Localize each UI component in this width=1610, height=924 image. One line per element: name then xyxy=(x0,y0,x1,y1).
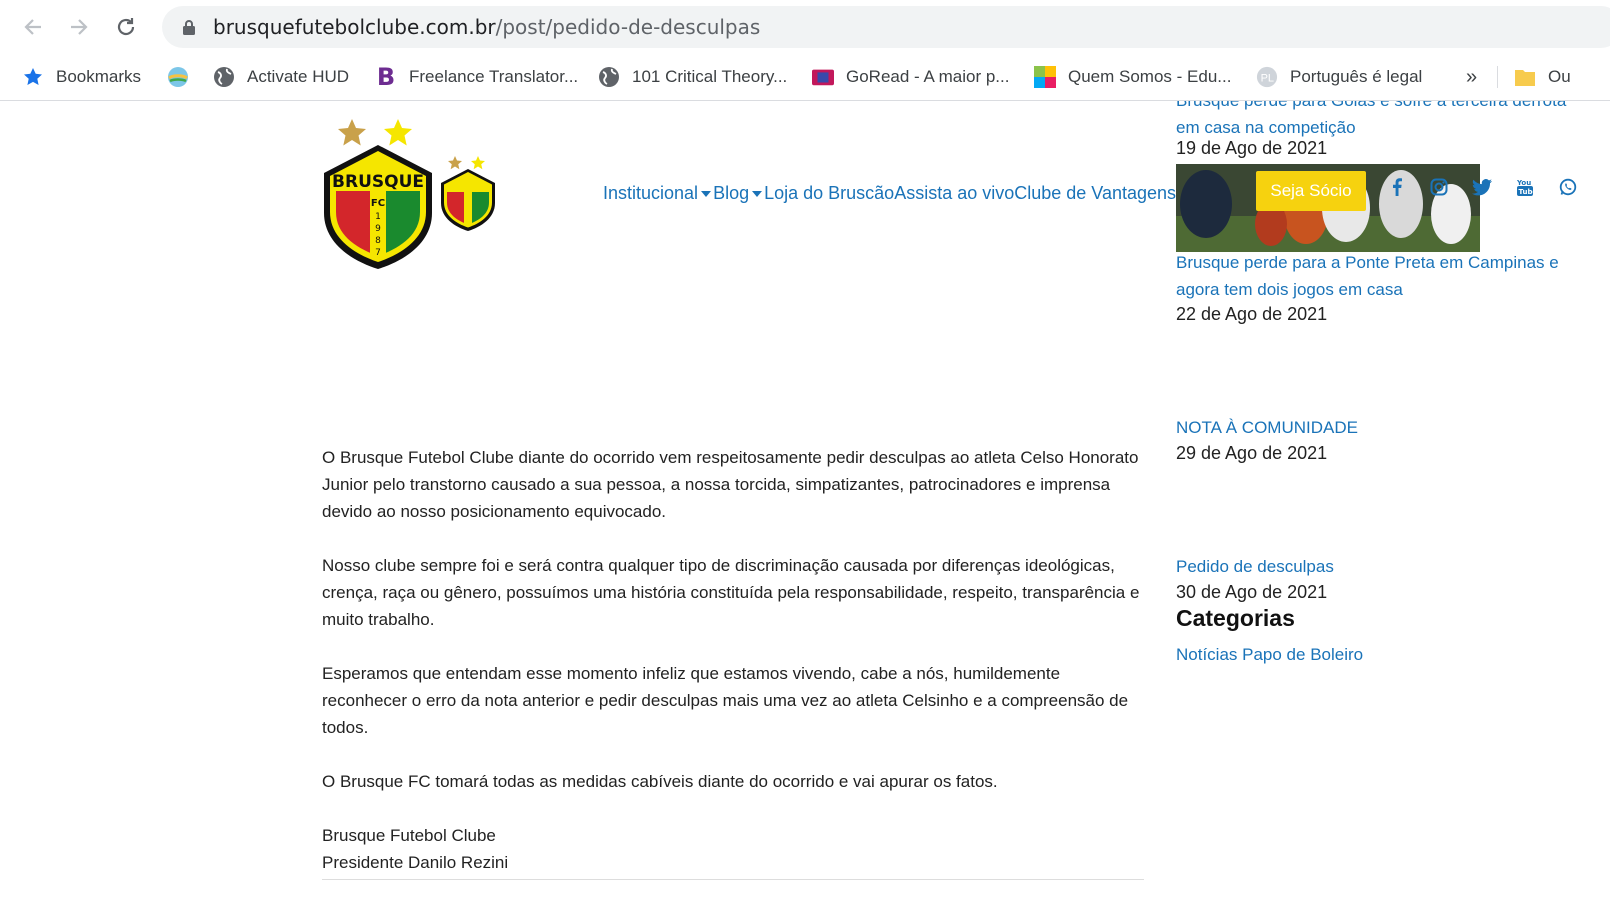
logo-sub: FC xyxy=(371,198,385,209)
b-logo-icon: B xyxy=(376,63,396,91)
nav-blog[interactable]: Blog xyxy=(713,183,764,204)
sidebar-post-link[interactable]: Brusque perde para a Ponte Preta em Camp… xyxy=(1176,249,1576,303)
article-paragraph: Esperamos que entendam esse momento infe… xyxy=(322,664,1129,737)
bookmark-globe-colored[interactable] xyxy=(167,62,201,92)
seja-socio-button[interactable]: Seja Sócio xyxy=(1256,171,1366,211)
folder-icon xyxy=(1514,66,1536,88)
reload-icon xyxy=(117,18,135,36)
svg-text:8: 8 xyxy=(375,236,381,246)
bookmark-goread[interactable]: GoRead - A maior p... xyxy=(812,62,1009,92)
article-paragraph: Nosso clube sempre foi e será contra qua… xyxy=(322,556,1140,629)
back-arrow-icon xyxy=(24,19,41,35)
nav-assista[interactable]: Assista ao vivo xyxy=(894,183,1014,204)
caret-down-icon xyxy=(752,190,763,197)
sidebar-post-date: 22 de Ago de 2021 xyxy=(1176,304,1328,324)
svg-text:PL: PL xyxy=(1261,73,1274,85)
bookmark-freelance-translator[interactable]: B Freelance Translator... xyxy=(375,62,578,92)
globe-icon xyxy=(598,66,620,88)
lock-icon xyxy=(183,20,195,35)
brusque-logo-small[interactable] xyxy=(440,153,498,238)
sidebar-post-link[interactable]: NOTA À COMUNIDADE xyxy=(1176,414,1576,441)
browser-toolbar: brusquefutebolclube.com.br/post/pedido-d… xyxy=(0,0,1610,54)
article-paragraph: O Brusque Futebol Clube diante do ocorri… xyxy=(322,448,1139,521)
whatsapp-icon[interactable] xyxy=(1557,176,1579,198)
signature-club: Brusque Futebol Clube xyxy=(322,826,496,845)
categories-heading: Categorias xyxy=(1176,605,1295,631)
forward-button[interactable] xyxy=(64,12,94,42)
svg-text:9: 9 xyxy=(375,224,381,234)
sidebar-post-date: 19 de Ago de 2021 xyxy=(1176,138,1328,158)
bookmark-activate-hud[interactable]: Activate HUD xyxy=(213,62,349,92)
bookmark-portugues-legal[interactable]: PL Português é legal xyxy=(1256,62,1422,92)
sidebar-post-date: 29 de Ago de 2021 xyxy=(1176,443,1328,463)
category-link[interactable]: Notícias Papo de Boleiro xyxy=(1176,641,1363,668)
nav-institucional[interactable]: Institucional xyxy=(603,183,713,204)
url-domain: brusquefutebolclube.com.br xyxy=(213,15,496,39)
bookmark-other[interactable]: Ou xyxy=(1514,62,1571,92)
article-divider xyxy=(322,879,1144,880)
globe-colored-icon xyxy=(167,66,189,88)
svg-text:1: 1 xyxy=(375,212,381,222)
sidebar-post-link[interactable]: Pedido de desculpas xyxy=(1176,553,1576,580)
bookmark-bookmarks[interactable]: Bookmarks xyxy=(22,62,141,92)
bookmarks-separator xyxy=(1497,66,1498,88)
article-paragraph: O Brusque FC tomará todas as medidas cab… xyxy=(322,772,998,791)
web-page: BRUSQUE FC 1 9 8 7 Institucional Blog Lo… xyxy=(0,101,1610,924)
youtube-icon[interactable]: YouTube xyxy=(1514,176,1536,198)
bookmark-critical-theory[interactable]: 101 Critical Theory... xyxy=(598,62,787,92)
svg-text:You: You xyxy=(1516,179,1531,187)
logo-text: BRUSQUE xyxy=(332,172,424,192)
back-button[interactable] xyxy=(18,12,48,42)
pl-icon: PL xyxy=(1256,66,1278,88)
svg-text:Tube: Tube xyxy=(1519,188,1535,196)
goread-icon xyxy=(812,66,834,88)
bookmark-quem-somos[interactable]: Quem Somos - Edu... xyxy=(1034,62,1231,92)
svg-text:7: 7 xyxy=(375,248,381,258)
address-bar[interactable]: brusquefutebolclube.com.br/post/pedido-d… xyxy=(162,6,1610,48)
globe-icon xyxy=(213,66,235,88)
puzzle-icon xyxy=(1034,66,1056,88)
reload-button[interactable] xyxy=(111,12,141,42)
url-path: /post/pedido-de-desculpas xyxy=(495,15,761,39)
forward-arrow-icon xyxy=(71,19,88,35)
instagram-icon[interactable] xyxy=(1428,176,1450,198)
article-body: O Brusque Futebol Clube diante do ocorri… xyxy=(322,444,1140,876)
bookmarks-overflow-button[interactable]: » xyxy=(1466,62,1477,92)
signature-president: Presidente Danilo Rezini xyxy=(322,853,509,872)
sidebar-post-link[interactable]: Brusque perde para Goiás e sofre a terce… xyxy=(1176,101,1576,141)
star-icon xyxy=(22,66,44,88)
sidebar-post-date: 30 de Ago de 2021 xyxy=(1176,582,1328,602)
bookmarks-bar: Bookmarks Activate HUD B Freelance Trans… xyxy=(0,54,1610,101)
nav-loja[interactable]: Loja do Bruscão xyxy=(764,183,894,204)
twitter-icon[interactable] xyxy=(1471,176,1493,198)
url-text[interactable]: brusquefutebolclube.com.br/post/pedido-d… xyxy=(213,15,760,39)
brusque-logo[interactable]: BRUSQUE FC 1 9 8 7 xyxy=(322,115,438,276)
facebook-icon[interactable] xyxy=(1386,176,1408,198)
main-nav: Institucional Blog Loja do Bruscão Assis… xyxy=(603,183,1176,204)
nav-clube-vantagens[interactable]: Clube de Vantagens xyxy=(1014,183,1176,204)
caret-down-icon xyxy=(701,190,712,197)
